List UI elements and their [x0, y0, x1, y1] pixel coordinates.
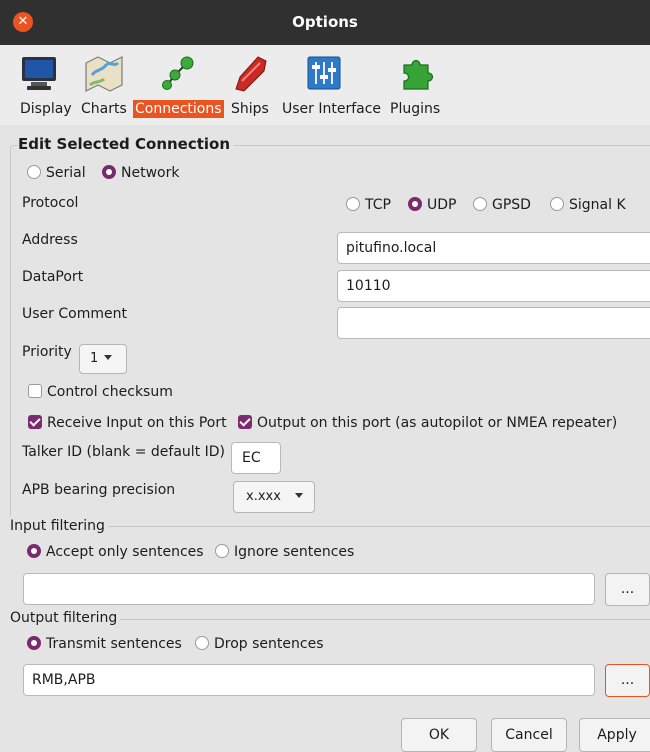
drop-sentences-radio[interactable]: Drop sentences	[195, 636, 324, 652]
options-toolbar: Display Charts Connections Ships User In…	[0, 45, 650, 125]
radio-indicator	[215, 544, 229, 558]
signalk-label: Signal K	[569, 197, 626, 213]
radio-indicator	[27, 636, 41, 650]
edit-connection-heading: Edit Selected Connection	[18, 135, 235, 153]
radio-indicator	[550, 197, 564, 211]
title-bar: ✕ Options	[0, 0, 650, 45]
receive-input-checkbox[interactable]: Receive Input on this Port	[28, 415, 227, 431]
receive-input-label: Receive Input on this Port	[47, 415, 227, 431]
input-filter-browse-button[interactable]: ...	[605, 573, 650, 606]
network-label: Network	[121, 165, 180, 181]
radio-indicator	[27, 165, 41, 179]
accept-sentences-label: Accept only sentences	[46, 544, 204, 560]
tab-plugins-label: Plugins	[390, 101, 441, 117]
user-comment-label: User Comment	[22, 306, 127, 322]
transmit-sentences-radio[interactable]: Transmit sentences	[27, 636, 182, 652]
radio-indicator	[473, 197, 487, 211]
serial-radio[interactable]: Serial	[27, 165, 86, 181]
checkbox-indicator	[28, 384, 42, 398]
cancel-button[interactable]: Cancel	[491, 718, 567, 752]
network-icon	[162, 56, 194, 90]
tab-user-interface-label: User Interface	[282, 101, 382, 117]
tab-user-interface[interactable]: User Interface	[280, 45, 386, 125]
output-filter-field[interactable]: RMB,APB	[23, 664, 595, 696]
network-radio[interactable]: Network	[102, 165, 179, 181]
tcp-radio[interactable]: TCP	[346, 197, 391, 213]
chevron-down-icon	[294, 493, 303, 498]
signalk-radio[interactable]: Signal K	[550, 197, 626, 213]
apb-precision-value: x.xxx	[246, 489, 281, 504]
output-port-checkbox[interactable]: Output on this port (as autopilot or NME…	[238, 415, 617, 431]
talker-id-label: Talker ID (blank = default ID)	[22, 444, 225, 460]
protocol-label: Protocol	[22, 195, 79, 211]
control-checksum-label: Control checksum	[47, 384, 173, 400]
checkbox-indicator	[28, 415, 42, 429]
apb-precision-label: APB bearing precision	[22, 482, 176, 498]
tab-charts[interactable]: Charts	[78, 45, 134, 125]
chevron-down-icon	[104, 355, 113, 360]
dataport-input[interactable]: 10110	[337, 270, 650, 302]
tab-display[interactable]: Display	[0, 45, 78, 125]
checkbox-indicator	[238, 415, 252, 429]
drop-sentences-label: Drop sentences	[214, 636, 324, 652]
ignore-sentences-label: Ignore sentences	[234, 544, 355, 560]
tab-ships-label: Ships	[231, 101, 269, 117]
priority-label: Priority	[22, 344, 72, 360]
tab-connections-label: Connections	[133, 100, 224, 118]
input-filtering-title: Input filtering	[10, 518, 108, 534]
radio-indicator	[27, 544, 41, 558]
tab-display-label: Display	[20, 101, 72, 117]
priority-select[interactable]: 1	[79, 344, 127, 374]
apb-precision-select[interactable]: x.xxx	[233, 481, 315, 513]
sliders-icon	[307, 56, 341, 90]
dataport-label: DataPort	[22, 269, 84, 285]
output-filter-browse-button[interactable]: ...	[605, 664, 650, 697]
accept-sentences-radio[interactable]: Accept only sentences	[27, 544, 204, 560]
priority-value: 1	[90, 351, 99, 366]
tcp-label: TCP	[365, 197, 391, 213]
input-filter-field[interactable]	[23, 573, 595, 605]
radio-indicator	[346, 197, 360, 211]
gpsd-label: GPSD	[492, 197, 531, 213]
tab-connections[interactable]: Connections	[133, 45, 225, 125]
radio-indicator	[195, 636, 209, 650]
ok-button[interactable]: OK	[401, 718, 477, 752]
output-port-label: Output on this port (as autopilot or NME…	[257, 415, 618, 431]
tab-charts-label: Charts	[81, 101, 127, 117]
control-checksum-checkbox[interactable]: Control checksum	[28, 384, 173, 400]
tab-ships[interactable]: Ships	[227, 45, 277, 125]
transmit-sentences-label: Transmit sentences	[46, 636, 182, 652]
radio-indicator	[408, 197, 422, 211]
map-icon	[85, 56, 123, 92]
user-comment-input[interactable]	[337, 307, 650, 339]
udp-label: UDP	[427, 197, 457, 213]
talker-id-input[interactable]: EC	[231, 442, 281, 474]
apply-button[interactable]: Apply	[579, 718, 650, 752]
window-title: Options	[292, 13, 358, 31]
udp-radio[interactable]: UDP	[408, 197, 456, 213]
monitor-icon	[22, 57, 56, 90]
ship-icon	[235, 56, 267, 92]
gpsd-radio[interactable]: GPSD	[473, 197, 531, 213]
address-input[interactable]: pitufino.local	[337, 232, 650, 264]
output-filtering-title: Output filtering	[10, 610, 121, 626]
serial-label: Serial	[46, 165, 86, 181]
ignore-sentences-radio[interactable]: Ignore sentences	[215, 544, 354, 560]
address-label: Address	[22, 232, 78, 248]
tab-plugins[interactable]: Plugins	[386, 45, 446, 125]
radio-indicator	[102, 165, 116, 179]
puzzle-icon	[403, 59, 434, 90]
